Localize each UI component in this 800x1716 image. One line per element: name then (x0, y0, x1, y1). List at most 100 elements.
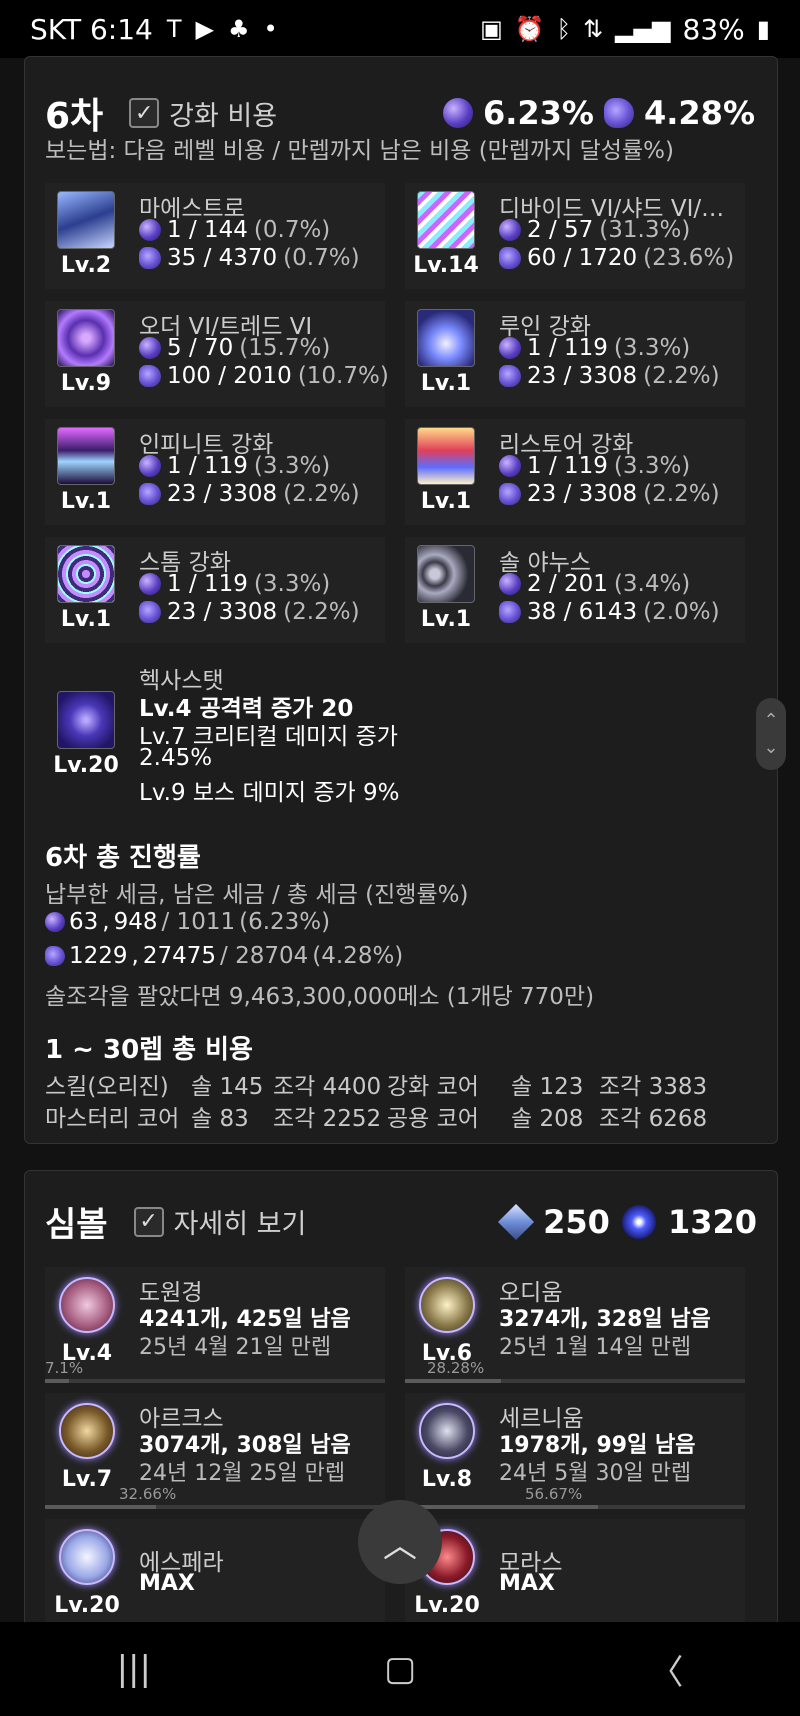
fragment-total: / 28704 (220, 943, 309, 969)
chevron-up-icon: ︿ (383, 1525, 417, 1566)
meso-value-text: 솔조각을 팔았다면 9,463,300,000메소 (1개당 770만) (45, 984, 595, 1010)
sol-erda-icon (139, 573, 161, 595)
erda-cost: 2 / 201 (527, 571, 608, 597)
symbol-level: Lv.20 (54, 1593, 120, 1618)
symbol-progress-bar (45, 1379, 385, 1383)
symbol-item[interactable]: Lv.8 세르니움 1978개, 99일 남음 24년 5월 30일 만렙 56… (405, 1393, 745, 1509)
skill-card[interactable]: Lv.1 스톰 강화 1 / 119 (3.3%) 23 / 3308 (2.2%) (45, 537, 385, 643)
status-bar: SKT 6:14 T ▶ ♣ • ▣ ⏰ ᛒ ⇅ ▂▄▆ 83% ▮ (0, 0, 800, 58)
skill-card[interactable]: Lv.9 오더 VI/트레드 VI 5 / 70 (15.7%) 100 / 20… (45, 301, 389, 407)
sol-fragment-icon (499, 483, 521, 505)
erda-pct: (3.3%) (613, 453, 691, 479)
skill-card[interactable]: Lv.1 리스토어 강화 1 / 119 (3.3%) 23 / 3308 (2.2… (405, 419, 745, 525)
skill-icon (57, 191, 115, 249)
erda-cost: 1 / 119 (167, 571, 248, 597)
symbol-item[interactable]: Lv.6 오디움 3274개, 328일 남음 25년 1월 14일 만렙 28… (405, 1267, 745, 1383)
skill-icon (417, 191, 475, 249)
signal-icon: ▂▄▆ (615, 15, 671, 43)
checkbox-label: 강화 비용 (169, 100, 278, 132)
symbol-item[interactable]: Lv.20 에스페라 MAX (45, 1519, 385, 1629)
checkbox-label: 자세히 보기 (173, 1209, 307, 1240)
skill-card[interactable]: Lv.14 디바이드 VI/샤드 VI/원… 2 / 57 (31.3%) 60 … (405, 183, 745, 289)
skill-card[interactable]: Lv.1 인피니트 강화 1 / 119 (3.3%) 23 / 3308 (2.2… (45, 419, 385, 525)
back-icon[interactable]: 〈 (649, 1645, 683, 1694)
symbol-progress-fill (45, 1379, 70, 1383)
total-progress-desc: 납부한 세금, 남은 세금 / 총 세금 (진행률%) (45, 875, 468, 909)
erda-cost: 1 / 119 (527, 453, 608, 479)
fragment-total-pct: (4.28%) (312, 943, 404, 969)
symbol-progress-text: 28.28% (427, 1359, 485, 1377)
sol-fragment-icon (139, 601, 161, 623)
erda-cost: 1 / 144 (167, 217, 248, 243)
alarm-icon: ⏰ (514, 15, 545, 43)
sol-fragment-icon (499, 601, 521, 623)
skill-level: Lv.1 (420, 489, 472, 514)
recent-apps-icon[interactable]: ||| (117, 1649, 151, 1689)
symbol-level: Lv.20 (414, 1593, 480, 1618)
scroll-handle[interactable]: ⌃ ⌄ (756, 698, 786, 770)
sol-fragment-percent: 4.28% (643, 94, 755, 132)
cost-fragment: 조각 3383 (599, 1074, 708, 1100)
cost-sol: 솔 208 (511, 1106, 584, 1132)
symbol-progress-bar (405, 1505, 745, 1509)
cost-sol: 솔 83 (191, 1106, 249, 1132)
fragment-paid: 1229 (69, 943, 128, 969)
symbol-progress-fill (45, 1505, 157, 1509)
cost-fragment: 조각 6268 (599, 1106, 708, 1132)
battery-saver-icon: ▣ (480, 15, 503, 43)
skill-card[interactable]: Lv.1 루인 강화 1 / 119 (3.3%) 23 / 3308 (2.2%) (405, 301, 745, 407)
skill-level: Lv.1 (60, 607, 112, 632)
skill-level: Lv.2 (60, 253, 112, 278)
sol-fragment-icon (499, 247, 521, 269)
skill-level: Lv.14 (413, 253, 479, 278)
skill-icon (417, 427, 475, 485)
skill-level: Lv.1 (420, 371, 472, 396)
skill-icon (57, 545, 115, 603)
sol-fragment-icon (139, 483, 161, 505)
sol-erda-icon (442, 98, 473, 128)
fragment-cost: 35 / 4370 (167, 245, 278, 271)
arcane-power-value: 250 (543, 1202, 610, 1241)
hexa-line: 2.45% (139, 745, 213, 771)
symbol-level: Lv.7 (61, 1467, 113, 1492)
cost-row: 마스터리 코어 솔 83 조각 2252 공용 코어 솔 208 조각 6268 (45, 1099, 759, 1132)
skill-card[interactable]: Lv.2 마에스트로 1 / 144 (0.7%) 35 / 4370 (0.7%) (45, 183, 385, 289)
howto-text: 보는법: 다음 레벨 비용 / 만렙까지 남은 비용 (만렙까지 달성률%) (45, 138, 674, 164)
symbol-remaining: MAX (139, 1571, 195, 1596)
symbol-icon (419, 1277, 475, 1333)
fragment-pct: (2.2%) (283, 599, 360, 625)
symbol-max-date: 25년 4월 21일 만렙 (139, 1335, 332, 1360)
fragment-total-line: 1229, 27475 / 28704 (4.28%) (45, 943, 403, 969)
symbol-max-date: 24년 12월 25일 만렙 (139, 1461, 346, 1486)
symbol-item[interactable]: Lv.20 모라스 MAX (405, 1519, 745, 1629)
sol-erda-icon (499, 337, 521, 359)
sol-fragment-icon (603, 98, 634, 128)
bluetooth-icon: ᛒ (556, 15, 572, 43)
scroll-to-top-button[interactable]: ︿ (358, 1500, 442, 1584)
fragment-pct: (2.0%) (643, 599, 720, 625)
hexa-stat-card[interactable]: Lv.20 헥사스탯 Lv.4 공격력 증가 20 Lv.7 크리티컬 데미지 … (45, 657, 445, 806)
fragment-cost: 23 / 3308 (167, 599, 278, 625)
skill-card[interactable]: Lv.1 솔 야누스 2 / 201 (3.4%) 38 / 6143 (2.0%) (405, 537, 745, 643)
symbol-progress-bar (45, 1505, 385, 1509)
enhance-cost-checkbox[interactable]: ✓ (129, 98, 160, 128)
skill-level: Lv.1 (420, 607, 472, 632)
chevron-down-icon: ⌄ (763, 737, 779, 758)
hexa-level: Lv.20 (53, 753, 119, 778)
skill-level: Lv.1 (60, 489, 112, 514)
symbol-icon (59, 1403, 115, 1459)
fragment-left: 27475 (142, 943, 217, 969)
erda-pct: (15.7%) (239, 335, 331, 361)
symbol-item[interactable]: Lv.7 아르크스 3074개, 308일 남음 24년 12월 25일 만렙 … (45, 1393, 385, 1509)
sol-erda-icon (139, 337, 161, 359)
cost-label: 스킬(오리진) (45, 1074, 169, 1100)
symbol-progress-text: 32.66% (119, 1485, 177, 1503)
t-app-icon: T (166, 15, 182, 43)
fragment-cost: 23 / 3308 (167, 481, 278, 507)
symbol-remaining: MAX (499, 1571, 555, 1596)
symbol-item[interactable]: Lv.4 도원경 4241개, 425일 남음 25년 4월 21일 만렙 7.… (45, 1267, 385, 1383)
home-icon[interactable]: ▢ (384, 1649, 416, 1689)
sol-erda-icon (499, 455, 521, 477)
detail-view-checkbox[interactable]: ✓ (133, 1206, 164, 1237)
authentic-force-value: 1320 (667, 1202, 757, 1241)
